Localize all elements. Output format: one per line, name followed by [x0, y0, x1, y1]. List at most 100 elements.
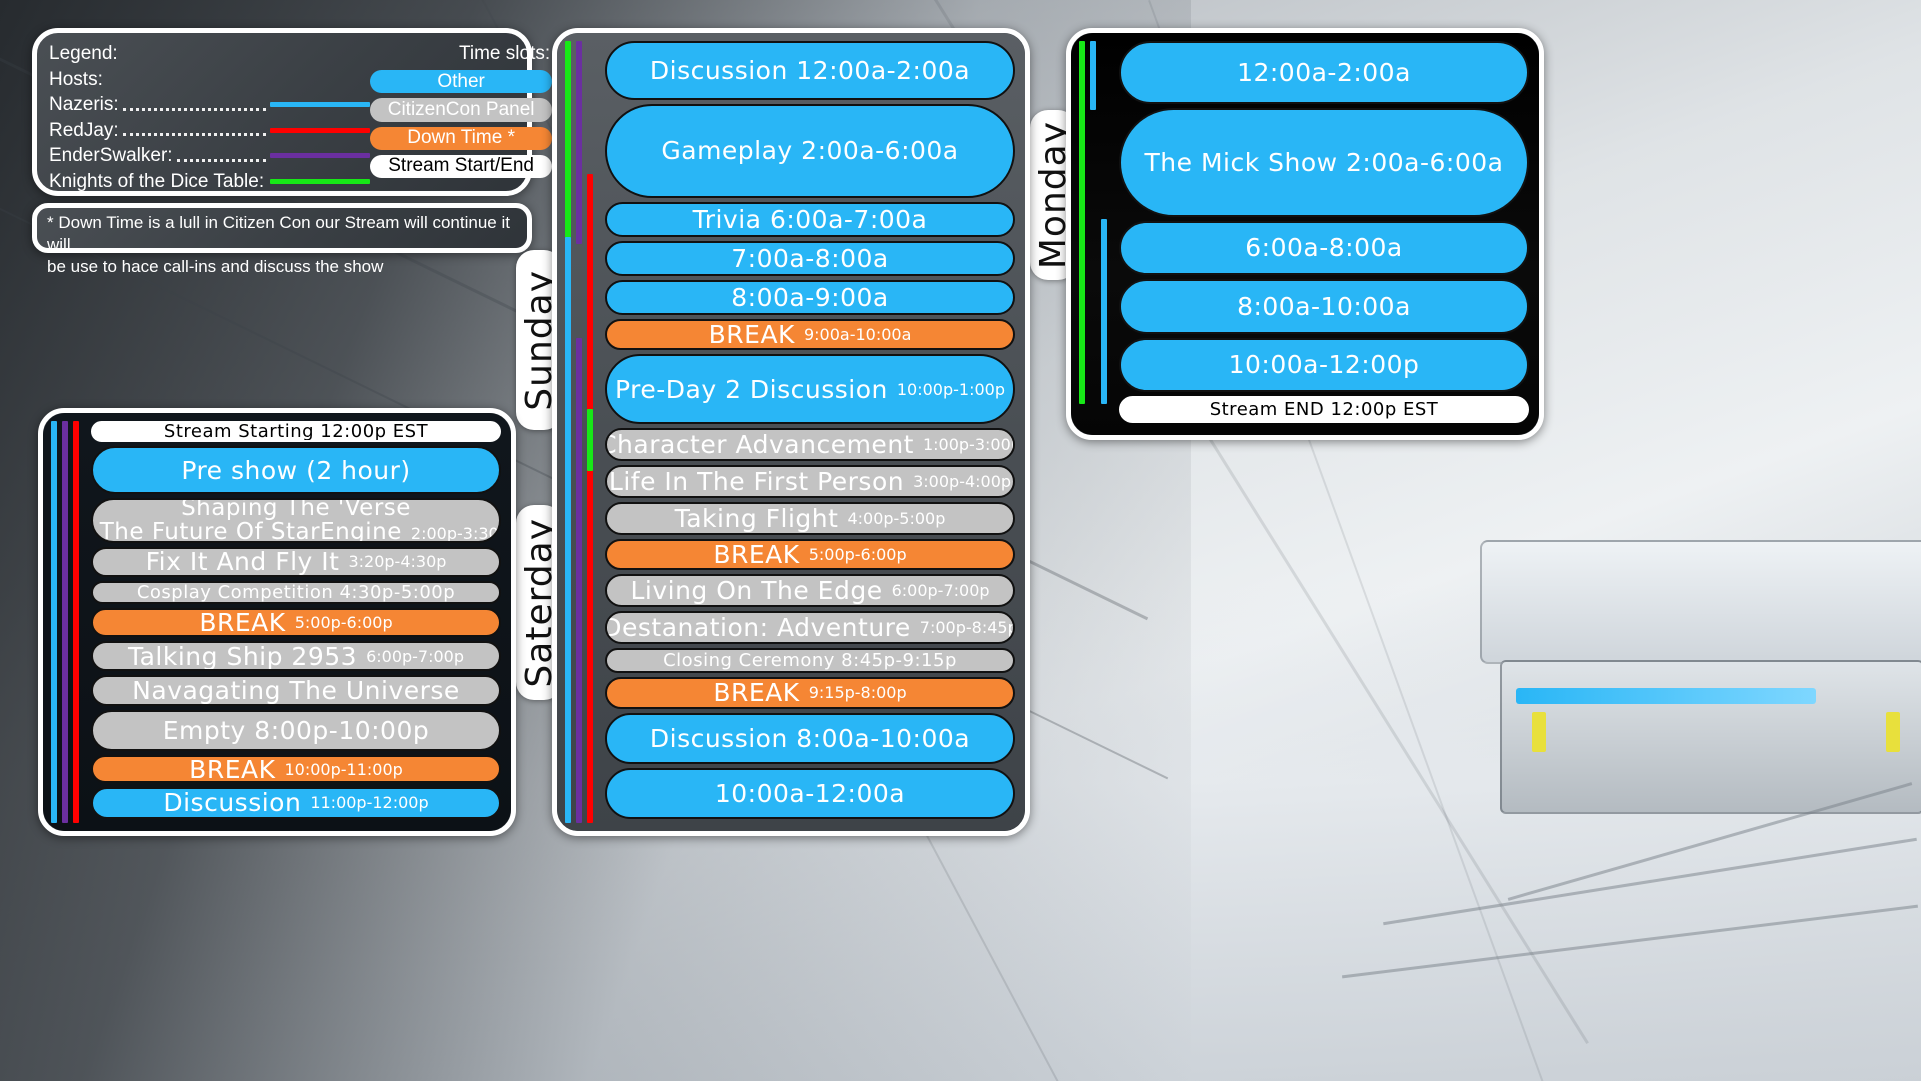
- legend-host-redjay: RedJay:: [49, 118, 371, 144]
- schedule-row-title: BREAK: [199, 607, 286, 637]
- schedule-row: Trivia 6:00a-7:00a: [605, 202, 1015, 238]
- legend-chip-other: Other: [370, 70, 553, 94]
- host-stripes-sunday: [565, 41, 599, 823]
- legend-dot-leader: [122, 132, 267, 137]
- schedule-row: Life In The First Person 3:00p-4:00p: [605, 464, 1015, 498]
- schedule-rows-saturday: Stream Starting 12:00p EST Pre show (2 ho…: [91, 421, 501, 823]
- legend-color-swatch-enderswalker: [270, 153, 371, 159]
- footnote-line-1: * Down Time is a lull in Citizen Con our…: [47, 213, 510, 254]
- schedule-rows-sunday: Discussion 12:00a-2:00a Gameplay 2:00a-6:…: [605, 41, 1015, 823]
- legend-chip-stream-start-end: Stream Start/End: [370, 154, 553, 178]
- schedule-row: Empty 8:00p-10:00p: [91, 709, 501, 752]
- schedule-row: 10:00a-12:00p: [1119, 337, 1529, 392]
- schedule-row-title: 8:00a-9:00a: [731, 283, 889, 313]
- footnote-panel: * Down Time is a lull in Citizen Con our…: [32, 203, 532, 276]
- schedule-row-time: 10:00p-11:00p: [284, 759, 403, 779]
- legend-host-enderswalker: EnderSwalker:: [49, 143, 371, 169]
- schedule-row: Character Advancement 1:00p-3:00p: [605, 427, 1015, 461]
- schedule-row: Cosplay Competition 4:30p-5:00p: [91, 581, 501, 604]
- schedule-row-time: 6:00p-7:00p: [366, 646, 465, 666]
- schedule-row-time: 5:00p-6:00p: [808, 545, 907, 565]
- schedule-row: Closing Ceremony 8:45p-9:15p: [605, 648, 1015, 674]
- schedule-row-title: Destanation: Adventure: [605, 613, 911, 643]
- legend-color-swatch-redjay: [270, 127, 371, 133]
- schedule-row: Gameplay 2:00a-6:00a: [605, 103, 1015, 199]
- host-stripe: [73, 421, 79, 823]
- schedule-row-title: Discussion 8:00a-10:00a: [649, 723, 971, 753]
- schedule-row: Fix It And Fly It 3:20p-4:30p: [91, 546, 501, 578]
- schedule-row-title: Cosplay Competition 4:30p-5:00p: [136, 581, 456, 603]
- schedule-row-time: 10:00p-1:00p: [896, 379, 1005, 399]
- schedule-row: Talking Ship 2953 6:00p-7:00p: [91, 640, 501, 672]
- legend-chip-down-time: Down Time *: [370, 126, 553, 150]
- background-hangar-panel: [1480, 540, 1921, 664]
- schedule-row-title: Talking Ship 2953: [127, 641, 358, 671]
- background-console-marker: [1532, 712, 1546, 752]
- schedule-row-title: BREAK: [713, 678, 800, 708]
- schedule-row: 8:00a-9:00a: [605, 280, 1015, 316]
- schedule-row: 12:00a-2:00a: [1119, 41, 1529, 104]
- schedule-row: 7:00a-8:00a: [605, 241, 1015, 277]
- schedule-row-title: 10:00a-12:00a: [714, 778, 906, 808]
- schedule-row: Taking Flight 4:00p-5:00p: [605, 501, 1015, 535]
- schedule-row-time: 1:00p-3:00p: [922, 434, 1015, 454]
- schedule-column-saturday: Stream Starting 12:00p EST Pre show (2 ho…: [38, 408, 516, 836]
- schedule-row: BREAK 5:00p-6:00p: [605, 538, 1015, 571]
- schedule-row-subtitle: - The Future Of StarEngine 2:00p-3:30p: [93, 520, 501, 543]
- host-stripe: [51, 421, 57, 823]
- schedule-row: Pre show (2 hour): [91, 446, 501, 494]
- schedule-row-time: 6:00p-7:00p: [891, 581, 990, 601]
- schedule-row-title: 8:00a-10:00a: [1237, 291, 1411, 321]
- host-stripe: [1090, 41, 1096, 111]
- schedule-row: BREAK 5:00p-6:00p: [91, 607, 501, 637]
- host-stripe: [576, 41, 582, 245]
- legend-hosts-list: Legend: Hosts: Nazeris: RedJay: EnderSwa…: [49, 41, 371, 192]
- schedule-row-time: 11:00p-12:00p: [310, 793, 429, 813]
- schedule-row-title: Pre-Day 2 Discussion: [614, 374, 888, 404]
- legend-chip-citizencon-panel: CitizenCon Panel: [370, 98, 553, 122]
- schedule-row-title: BREAK: [708, 320, 795, 350]
- schedule-row-title: Pre show (2 hour): [181, 455, 411, 485]
- schedule-row-title: Shaping The 'Verse: [181, 497, 411, 521]
- host-stripe: [62, 421, 68, 823]
- schedule-row: Discussion 11:00p-12:00p: [91, 786, 501, 820]
- schedule-row: The Mick Show 2:00a-6:00a: [1119, 107, 1529, 217]
- schedule-row-time: 4:00p-5:00p: [847, 508, 946, 528]
- schedule-row-title: BREAK: [713, 540, 800, 570]
- legend-hosts-label: Hosts:: [49, 68, 103, 90]
- schedule-row-time: 2:00p-3:30p: [410, 524, 501, 543]
- host-stripes-monday: [1079, 41, 1113, 427]
- schedule-row: Living On The Edge 6:00p-7:00p: [605, 574, 1015, 608]
- host-stripe: [565, 236, 571, 823]
- schedule-column-monday: 12:00a-2:00a The Mick Show 2:00a-6:00a 6:0…: [1066, 28, 1544, 440]
- schedule-row: 10:00a-12:00a: [605, 767, 1015, 819]
- schedule-row-title: Fix It And Fly It: [145, 547, 340, 577]
- schedule-row-time: 3:00p-4:00p: [913, 471, 1012, 491]
- legend-color-swatch-nazeris: [270, 102, 371, 108]
- schedule-row-title: Stream END 12:00p EST: [1209, 398, 1439, 420]
- stream-marker-row: Stream Starting 12:00p EST: [91, 421, 501, 443]
- schedule-row: Shaping The 'Verse - The Future Of StarEn…: [91, 497, 501, 543]
- schedule-row: Discussion 8:00a-10:00a: [605, 712, 1015, 764]
- background-console: [1500, 660, 1921, 814]
- schedule-row-title: Closing Ceremony 8:45p-9:15p: [663, 650, 957, 672]
- schedule-row-title: Discussion: [163, 788, 302, 818]
- host-stripes-saturday: [51, 421, 85, 823]
- schedule-row-title: 12:00a-2:00a: [1237, 57, 1411, 87]
- schedule-row: 8:00a-10:00a: [1119, 279, 1529, 334]
- schedule-row-title: The Mick Show 2:00a-6:00a: [1144, 147, 1504, 177]
- background-console-marker: [1886, 712, 1900, 752]
- schedule-row-title: Gameplay 2:00a-6:00a: [661, 136, 959, 166]
- legend-panel: Legend: Hosts: Nazeris: RedJay: EnderSwa…: [32, 28, 553, 196]
- schedule-column-sunday: Discussion 12:00a-2:00a Gameplay 2:00a-6:…: [552, 28, 1030, 836]
- stream-marker-row: Stream END 12:00p EST: [1119, 395, 1529, 424]
- schedule-rows-monday: 12:00a-2:00a The Mick Show 2:00a-6:00a 6:0…: [1119, 41, 1529, 427]
- host-stripe: [576, 338, 582, 823]
- schedule-row: BREAK 10:00p-11:00p: [91, 755, 501, 783]
- background-console-light: [1516, 688, 1816, 704]
- schedule-row-time: 3:20p-4:30p: [348, 552, 447, 572]
- schedule-row-title: Living On The Edge: [630, 576, 883, 606]
- schedule-row-title: Trivia 6:00a-7:00a: [692, 205, 928, 235]
- legend-dot-leader: [122, 107, 267, 111]
- schedule-row-title: Character Advancement: [605, 429, 914, 459]
